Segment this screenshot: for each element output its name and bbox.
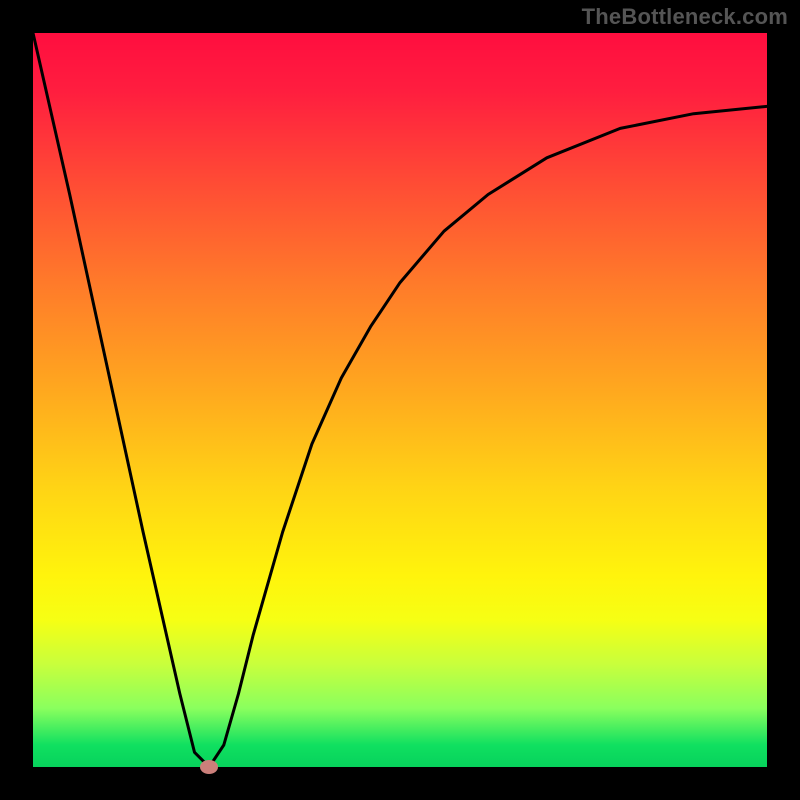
plot-area [33, 33, 767, 767]
watermark-label: TheBottleneck.com [582, 4, 788, 30]
optimal-point-marker [200, 760, 218, 774]
bottleneck-curve [33, 33, 767, 767]
chart-frame: TheBottleneck.com [0, 0, 800, 800]
